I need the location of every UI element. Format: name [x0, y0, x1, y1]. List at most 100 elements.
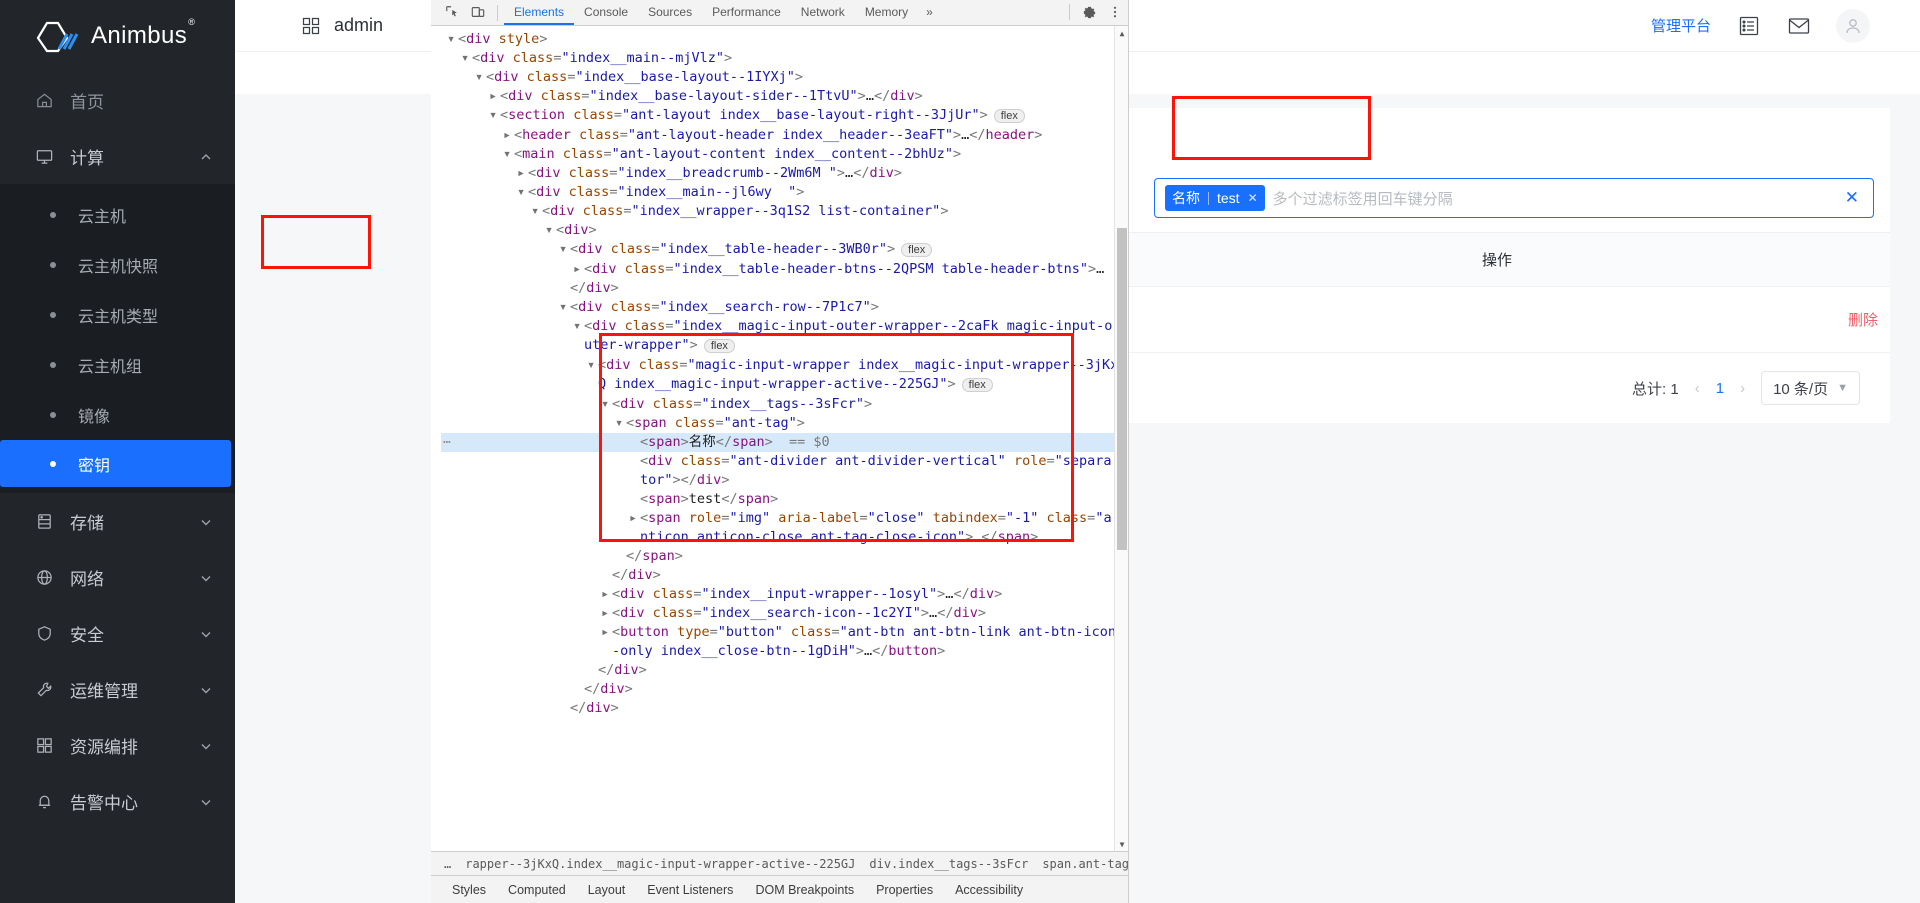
collapse-arrow-icon[interactable]: ▸ [573, 260, 584, 279]
project-name[interactable]: admin [334, 15, 383, 36]
tab-performance[interactable]: Performance [702, 0, 791, 25]
collapse-arrow-icon[interactable]: ▸ [517, 164, 528, 183]
sidebar-item-alert[interactable]: 告警中心 [0, 773, 235, 829]
bottom-tab[interactable]: DOM Breakpoints [744, 883, 865, 897]
bottom-tab[interactable]: Layout [577, 883, 637, 897]
bottom-tab[interactable]: Styles [441, 883, 497, 897]
dom-line[interactable]: ▾ <div> [441, 221, 1128, 240]
dom-line[interactable]: nticon anticon-close ant-tag-close-icon"… [441, 528, 1128, 547]
devtools-dom-tree[interactable]: ▾ <div style> ▾ <div class="index__main--mj… [431, 26, 1128, 851]
tab-memory[interactable]: Memory [855, 0, 918, 25]
pagination-next[interactable]: › [1740, 380, 1745, 397]
bottom-tab[interactable]: Event Listeners [636, 883, 744, 897]
magic-filter-input[interactable]: 名称 test ✕ 多个过滤标签用回车键分隔 ✕ [1154, 178, 1874, 218]
dom-line[interactable]: <div class="ant-divider ant-divider-vert… [441, 452, 1128, 471]
dom-line[interactable]: -only index__close-btn--1gDiH">…</button… [441, 642, 1128, 661]
dom-line[interactable]: tor"></div> [441, 471, 1128, 490]
tab-elements[interactable]: Elements [504, 0, 574, 25]
collapse-arrow-icon[interactable]: ▸ [601, 623, 612, 642]
dom-line[interactable]: </span> [441, 547, 1128, 566]
dom-line[interactable]: ▾ <div class="index__main--jl6wy "> [441, 183, 1128, 202]
dom-line[interactable]: ▸ <div class="index__search-icon--1c2YI">… [441, 604, 1128, 623]
sidebar-subitem-image[interactable]: 镜像 [0, 390, 235, 440]
sidebar-subitem-snapshot[interactable]: 云主机快照 [0, 240, 235, 290]
console-link[interactable]: 管理平台 [1651, 15, 1711, 36]
collapse-arrow-icon[interactable]: ▸ [503, 126, 514, 145]
expand-arrow-icon[interactable]: ▾ [531, 202, 542, 221]
scroll-down-icon[interactable]: ▼ [1115, 837, 1128, 851]
settings-gear-icon[interactable] [1076, 0, 1102, 25]
dom-line[interactable]: ▾ <div class="index__magic-input-outer-wr… [441, 317, 1128, 336]
expand-arrow-icon[interactable]: ▾ [545, 221, 556, 240]
dom-line[interactable]: </div> [441, 661, 1128, 680]
inspect-icon[interactable] [439, 0, 465, 25]
dom-line[interactable]: ▾ <div class="index__wrapper--3q1S2 list-… [441, 202, 1128, 221]
tab-console[interactable]: Console [574, 0, 638, 25]
dom-line[interactable]: ▸ <div class="index__base-layout-sider--1… [441, 87, 1128, 106]
tag-close-icon[interactable]: ✕ [1248, 191, 1258, 205]
dom-line[interactable]: ▾ <span class="ant-tag"> [441, 414, 1128, 433]
dom-line[interactable]: ▾ <section class="ant-layout index__base-… [441, 106, 1128, 126]
sidebar-item-ops[interactable]: 运维管理 [0, 661, 235, 717]
tab-sources[interactable]: Sources [638, 0, 702, 25]
expand-arrow-icon[interactable]: ▾ [559, 298, 570, 317]
dom-line[interactable]: ▾ <main class="ant-layout-content index__… [441, 145, 1128, 164]
expand-arrow-icon[interactable]: ▾ [517, 183, 528, 202]
devtools-bottom-tabs[interactable]: Styles Computed Layout Event Listeners DOM B… [431, 875, 1128, 903]
expand-arrow-icon[interactable]: ▾ [587, 356, 598, 375]
expand-arrow-icon[interactable]: ▾ [601, 395, 612, 414]
expand-arrow-icon[interactable]: ▾ [461, 49, 472, 68]
bottom-tab[interactable]: Properties [865, 883, 944, 897]
sidebar-subitem-servergroup[interactable]: 云主机组 [0, 340, 235, 390]
dom-breadcrumb-segment[interactable]: … [437, 857, 458, 871]
dom-line[interactable]: </div> [441, 279, 1128, 298]
dom-line[interactable]: uter-wrapper"> flex [441, 336, 1128, 356]
dom-line[interactable]: Q index__magic-input-wrapper-active--225… [441, 375, 1128, 395]
scroll-up-icon[interactable]: ▲ [1115, 26, 1128, 40]
collapse-arrow-icon[interactable]: ▸ [601, 604, 612, 623]
sidebar-item-storage[interactable]: 存储 [0, 493, 235, 549]
filter-placeholder[interactable]: 多个过滤标签用回车键分隔 [1273, 188, 1837, 209]
mail-icon[interactable] [1787, 15, 1810, 37]
dom-tree-lines[interactable]: ▾ <div style> ▾ <div class="index__main--mj… [431, 26, 1128, 718]
bottom-tab[interactable]: Accessibility [944, 883, 1034, 897]
brand-logo[interactable]: Animbus® [0, 0, 235, 72]
dom-line[interactable]: ▾ <div class="index__tags--3sFcr"> [441, 395, 1128, 414]
sidebar-item-home[interactable]: 首页 [0, 72, 235, 128]
expand-arrow-icon[interactable]: ▾ [573, 317, 584, 336]
dom-breadcrumb[interactable]: … rapper--3jKxQ.index__magic-input-wrappe… [431, 851, 1128, 875]
expand-arrow-icon[interactable]: ▾ [447, 30, 458, 49]
dom-line[interactable]: ▸ <div class="index__table-header-btns--2… [441, 260, 1128, 279]
sidebar-subitem-instance[interactable]: 云主机 [0, 190, 235, 240]
sidebar-item-network[interactable]: 网络 [0, 549, 235, 605]
apps-grid-icon[interactable] [302, 17, 320, 35]
dom-line[interactable]: </div> [441, 680, 1128, 699]
dom-line[interactable]: ▾ <div class="index__table-header--3WB0r"… [441, 240, 1128, 260]
page-size-select[interactable]: 10 条/页 ▼ [1761, 371, 1860, 405]
dom-line[interactable]: ▸ <div class="index__input-wrapper--1osyl… [441, 585, 1128, 604]
expand-arrow-icon[interactable]: ▾ [489, 106, 500, 125]
tab-network[interactable]: Network [791, 0, 855, 25]
user-avatar-icon[interactable] [1836, 8, 1870, 43]
dom-line[interactable]: ▾ <div style> [441, 30, 1128, 49]
dom-breadcrumb-segment[interactable]: div.index__tags--3sFcr [862, 857, 1035, 871]
collapse-arrow-icon[interactable]: ▸ [489, 87, 500, 106]
dom-line[interactable]: </div> [441, 699, 1128, 718]
dom-line[interactable]: <span>test</span> [441, 490, 1128, 509]
row-delete-link[interactable]: 删除 [1848, 312, 1878, 329]
dom-line[interactable]: </div> [441, 566, 1128, 585]
expand-arrow-icon[interactable]: ▾ [559, 240, 570, 259]
dom-line[interactable]: ▸ <span role="img" aria-label="close" tab… [441, 509, 1128, 528]
pagination-page-1[interactable]: 1 [1716, 380, 1724, 397]
kebab-menu-icon[interactable] [1102, 0, 1128, 25]
dom-breadcrumb-segment[interactable]: rapper--3jKxQ.index__magic-input-wrapper… [458, 857, 862, 871]
sidebar-item-compute[interactable]: 计算 [0, 128, 235, 184]
dom-line[interactable]: ▸ <button type="button" class="ant-btn an… [441, 623, 1128, 642]
clear-filter-close-icon[interactable]: ✕ [1845, 188, 1863, 208]
sidebar-subitem-flavor[interactable]: 云主机类型 [0, 290, 235, 340]
dom-line[interactable]: ▾ <div class="magic-input-wrapper index__… [441, 356, 1128, 375]
scrollbar-thumb[interactable] [1117, 228, 1127, 550]
dom-line[interactable]: ▾ <div class="index__search-row--7P1c7"> [441, 298, 1128, 317]
dom-line[interactable]: ▾ <div class="index__main--mjVlz"> [441, 49, 1128, 68]
pagination-prev[interactable]: ‹ [1695, 380, 1700, 397]
